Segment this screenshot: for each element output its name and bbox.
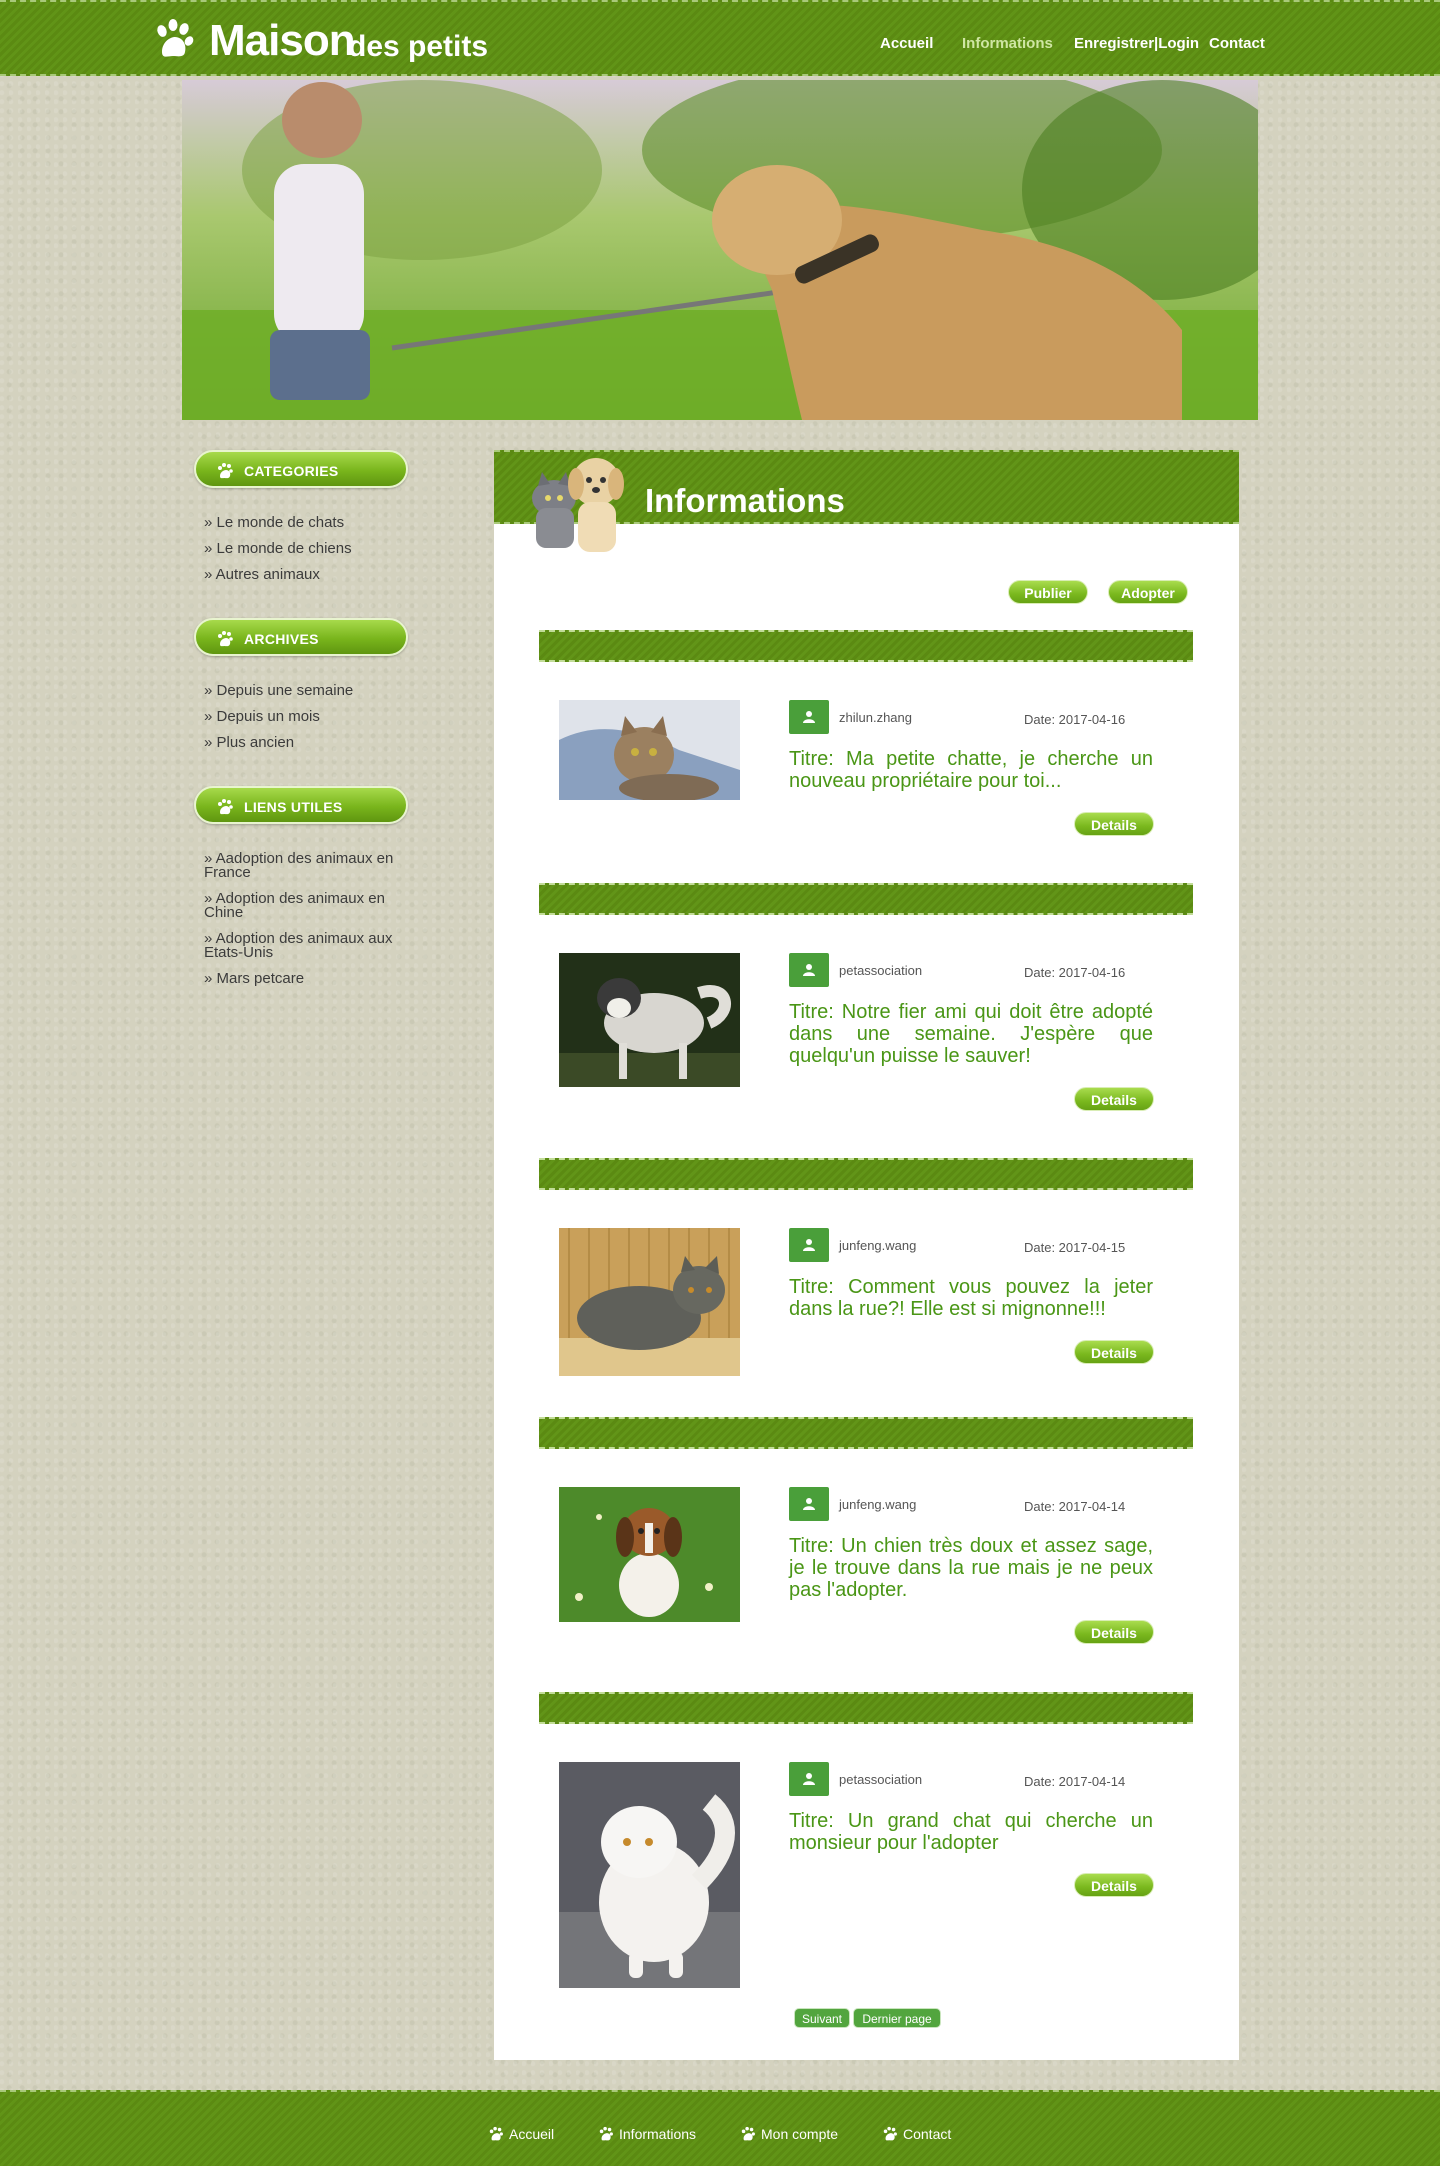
- top-nav: Accueil Informations Enregistrer|Login C…: [0, 35, 1440, 55]
- user-avatar: [789, 1228, 829, 1262]
- paw-icon: [218, 463, 233, 479]
- category-item[interactable]: » Le monde de chiens: [204, 541, 414, 556]
- user-avatar: [789, 953, 829, 987]
- publish-button[interactable]: Publier: [1008, 580, 1088, 604]
- nav-enregistrer-login[interactable]: Enregistrer|Login: [1074, 35, 1199, 52]
- footer-link-accueil[interactable]: Accueil: [488, 2126, 554, 2142]
- post-title[interactable]: Titre: Un grand chat qui cherche un mons…: [789, 1810, 1153, 1854]
- last-page-button[interactable]: Dernier page: [853, 2008, 941, 2028]
- paw-icon: [599, 2126, 613, 2141]
- link-item[interactable]: » Adoption des animaux en Chine: [204, 891, 414, 920]
- beagle-puppy-photo: [559, 1487, 740, 1622]
- archives-heading: ARCHIVES: [194, 618, 408, 656]
- details-button[interactable]: Details: [1074, 1340, 1154, 1364]
- category-item[interactable]: » Autres animaux: [204, 567, 414, 582]
- user-icon: [803, 1773, 815, 1785]
- user-icon: [803, 1498, 815, 1510]
- post-date: Date: 2017-04-15: [1024, 1240, 1126, 1255]
- post-author[interactable]: junfeng.wang: [839, 1497, 916, 1512]
- husky-dog-photo: [559, 953, 740, 1087]
- grey-cat-photo: [559, 1228, 740, 1376]
- white-persian-cat-photo: [559, 1762, 740, 1988]
- post-title[interactable]: Titre: Un chien très doux et assez sage,…: [789, 1535, 1153, 1601]
- girl-and-dog-photo: [182, 80, 1258, 420]
- link-item[interactable]: » Adoption des animaux aux Etats-Unis: [204, 931, 414, 960]
- footer-link-label: Accueil: [509, 2126, 555, 2142]
- nav-contact[interactable]: Contact: [1209, 35, 1265, 52]
- footer-link-label: Contact: [903, 2126, 952, 2142]
- post-title[interactable]: Titre: Notre fier ami qui doit être adop…: [789, 1001, 1153, 1067]
- post-separator: [539, 1158, 1193, 1190]
- categories-list: » Le monde de chats » Le monde de chiens…: [204, 515, 414, 594]
- footer-link-label: Informations: [619, 2126, 697, 2142]
- post-author[interactable]: zhilun.zhang: [839, 710, 912, 725]
- details-button[interactable]: Details: [1074, 1087, 1154, 1111]
- post-title[interactable]: Titre: Ma petite chatte, je cherche un n…: [789, 748, 1153, 792]
- link-item[interactable]: » Mars petcare: [204, 971, 414, 986]
- useful-links-list: » Aadoption des animaux en France » Adop…: [204, 851, 414, 998]
- paw-icon: [741, 2126, 755, 2141]
- details-button[interactable]: Details: [1074, 1873, 1154, 1897]
- archive-item[interactable]: » Depuis une semaine: [204, 683, 414, 698]
- links-heading-label: LIENS UTILES: [244, 799, 343, 815]
- categories-heading: CATEGORIES: [194, 450, 408, 488]
- archives-list: » Depuis une semaine » Depuis un mois » …: [204, 683, 414, 762]
- paw-icon: [883, 2126, 897, 2141]
- site-footer: Accueil Informations Mon compte Contact: [0, 2090, 1440, 2166]
- post-date: Date: 2017-04-16: [1024, 712, 1126, 727]
- post-image[interactable]: [559, 1762, 740, 1988]
- page-title: Informations: [645, 482, 845, 519]
- archives-heading-label: ARCHIVES: [244, 631, 319, 647]
- post-image[interactable]: [559, 1487, 740, 1622]
- footer-link-mon-compte[interactable]: Mon compte: [740, 2126, 838, 2142]
- post-image[interactable]: [559, 953, 740, 1087]
- user-icon: [803, 1239, 815, 1251]
- user-avatar: [789, 700, 829, 734]
- link-item[interactable]: » Aadoption des animaux en France: [204, 851, 414, 880]
- post-author[interactable]: petassociation: [839, 963, 922, 978]
- post-title[interactable]: Titre: Comment vous pouvez la jeter dans…: [789, 1276, 1153, 1320]
- cat-and-puppy-icon: [532, 458, 624, 552]
- footer-link-contact[interactable]: Contact: [882, 2126, 951, 2142]
- details-button[interactable]: Details: [1074, 812, 1154, 836]
- post-separator: [539, 1692, 1193, 1724]
- post-image[interactable]: [559, 1228, 740, 1376]
- user-avatar: [789, 1487, 829, 1521]
- paw-icon: [218, 631, 233, 647]
- post-separator: [539, 630, 1193, 662]
- main-banner: Informations: [494, 450, 1239, 552]
- user-icon: [803, 964, 815, 976]
- next-page-button[interactable]: Suivant: [794, 2008, 850, 2028]
- post-separator: [539, 883, 1193, 915]
- nav-informations[interactable]: Informations: [962, 35, 1053, 52]
- footer-link-label: Mon compte: [761, 2126, 839, 2142]
- nav-accueil[interactable]: Accueil: [880, 35, 933, 52]
- details-button[interactable]: Details: [1074, 1620, 1154, 1644]
- tabby-cat-photo: [559, 700, 740, 800]
- footer-link-informations[interactable]: Informations: [598, 2126, 696, 2142]
- post-author[interactable]: junfeng.wang: [839, 1238, 916, 1253]
- post-author[interactable]: petassociation: [839, 1772, 922, 1787]
- post-date: Date: 2017-04-14: [1024, 1774, 1126, 1789]
- category-item[interactable]: » Le monde de chats: [204, 515, 414, 530]
- main-content: Informations Publier Adopter zhilun.zhan…: [494, 450, 1239, 2060]
- user-avatar: [789, 1762, 829, 1796]
- user-icon: [803, 711, 815, 723]
- post-date: Date: 2017-04-14: [1024, 1499, 1126, 1514]
- links-heading: LIENS UTILES: [194, 786, 408, 824]
- post-image[interactable]: [559, 700, 740, 800]
- hero-image: [182, 80, 1258, 420]
- categories-heading-label: CATEGORIES: [244, 463, 339, 479]
- paw-icon: [489, 2126, 503, 2141]
- paw-icon: [218, 799, 233, 815]
- archive-item[interactable]: » Plus ancien: [204, 735, 414, 750]
- archive-item[interactable]: » Depuis un mois: [204, 709, 414, 724]
- adopt-button[interactable]: Adopter: [1108, 580, 1188, 604]
- post-date: Date: 2017-04-16: [1024, 965, 1126, 980]
- site-header: Maison des petits Accueil Informations E…: [0, 0, 1440, 76]
- post-separator: [539, 1417, 1193, 1449]
